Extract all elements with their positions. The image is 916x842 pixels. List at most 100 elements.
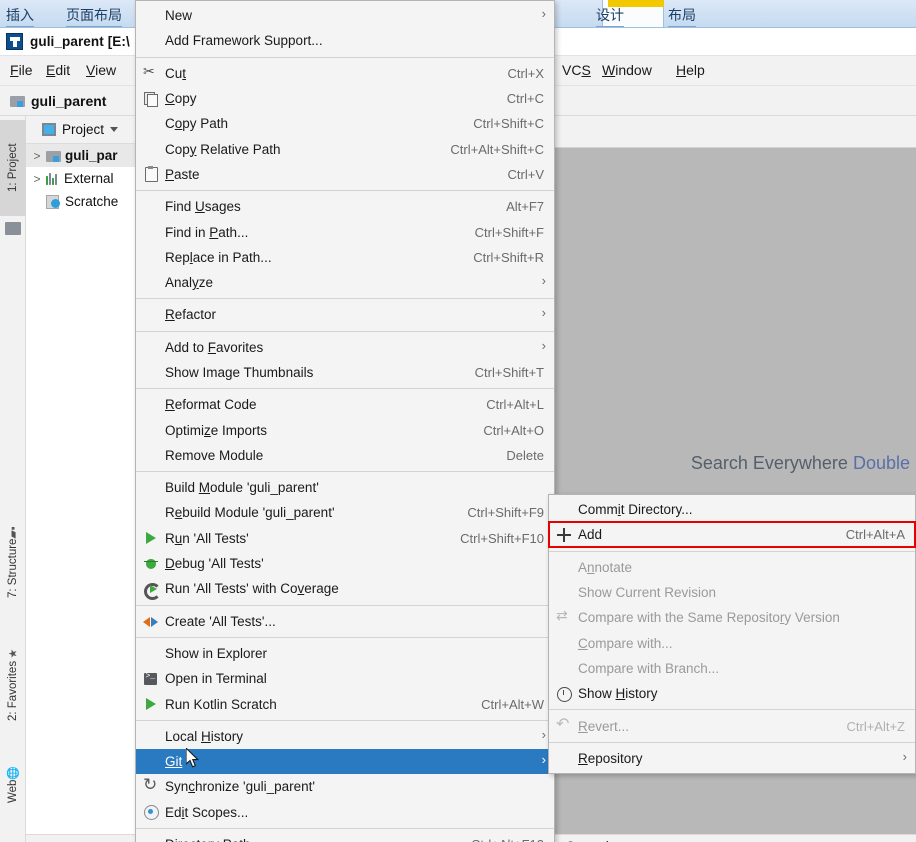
chevron-right-icon[interactable]: > bbox=[32, 149, 42, 163]
menu-separator bbox=[549, 550, 915, 552]
cut-icon bbox=[143, 63, 159, 81]
submenu-label-compare-with: Compare with... bbox=[578, 635, 673, 651]
menu-item-add-to-favorites[interactable]: Add to Favorites › bbox=[136, 335, 554, 360]
navbar-project-name[interactable]: guli_parent bbox=[31, 93, 106, 109]
menu-item-local-history[interactable]: Local History › bbox=[136, 724, 554, 749]
strip-label-web: Web bbox=[7, 779, 19, 804]
menu-item-reformat-code[interactable]: Reformat Code Ctrl+Alt+L bbox=[136, 392, 554, 417]
menu-item-run-with-coverage[interactable]: Run 'All Tests' with Coverage bbox=[136, 576, 554, 601]
menu-label-local-history: Local History bbox=[165, 728, 244, 744]
menu-item-run-kotlin-scratch[interactable]: Run Kotlin Scratch Ctrl+Alt+W bbox=[136, 691, 554, 716]
word-tab-design[interactable]: 设计 bbox=[596, 5, 624, 27]
chevron-down-icon[interactable] bbox=[110, 127, 119, 132]
submenu-item-show-history[interactable]: Show History bbox=[549, 681, 915, 706]
menu-item-copy[interactable]: Copy Ctrl+C bbox=[136, 86, 554, 111]
project-panel-header[interactable]: Project bbox=[26, 116, 135, 144]
menu-label-find-usages: Find Usages bbox=[165, 199, 241, 215]
menu-item-cut[interactable]: Cut Ctrl+X bbox=[136, 61, 554, 86]
menu-item-create-all-tests[interactable]: Create 'All Tests'... bbox=[136, 609, 554, 634]
menu-item-paste[interactable]: Paste Ctrl+V bbox=[136, 162, 554, 187]
menu-item-synchronize[interactable]: Synchronize 'guli_parent' bbox=[136, 774, 554, 799]
menu-item-copy-path[interactable]: Copy Path Ctrl+Shift+C bbox=[136, 111, 554, 136]
terminal-icon bbox=[143, 671, 159, 687]
menubar-item-help[interactable]: Help bbox=[676, 62, 705, 78]
tree-node-module[interactable]: > guli_par bbox=[26, 144, 135, 167]
project-view-icon bbox=[42, 123, 56, 136]
word-tab-insert[interactable]: 插入 bbox=[6, 5, 34, 27]
submenu-item-repository[interactable]: Repository › bbox=[549, 746, 915, 771]
menu-accel-optimize-imports: Ctrl+Alt+O bbox=[483, 422, 544, 438]
git-submenu: Commit Directory... Add Ctrl+Alt+A Annot… bbox=[548, 494, 916, 774]
copy-icon bbox=[143, 91, 159, 107]
menu-item-replace-in-path[interactable]: Replace in Path... Ctrl+Shift+R bbox=[136, 245, 554, 270]
menu-label-optimize-imports: Optimize Imports bbox=[165, 422, 268, 438]
hint-action-0: Search Everywhere bbox=[690, 453, 848, 473]
menu-label-show-in-explorer: Show in Explorer bbox=[165, 645, 268, 661]
plus-icon bbox=[556, 527, 572, 543]
menubar-file-rest: ile bbox=[18, 62, 33, 78]
sidebar-item-project[interactable]: 1: Project bbox=[0, 120, 26, 216]
history-clock-icon bbox=[556, 686, 572, 702]
submenu-label-compare-with-branch: Compare with Branch... bbox=[578, 660, 720, 676]
menu-label-paste: Paste bbox=[165, 166, 200, 182]
status-tool-version-control[interactable]: n Control bbox=[548, 834, 916, 842]
menu-item-show-image-thumbnails[interactable]: Show Image Thumbnails Ctrl+Shift+T bbox=[136, 360, 554, 385]
menu-item-remove-module[interactable]: Remove Module Delete bbox=[136, 443, 554, 468]
menu-item-rebuild-module[interactable]: Rebuild Module 'guli_parent' Ctrl+Shift+… bbox=[136, 500, 554, 525]
menu-accel-remove-module: Delete bbox=[506, 447, 544, 463]
submenu-accel-revert: Ctrl+Alt+Z bbox=[846, 718, 905, 734]
menu-label-find-in-path: Find in Path... bbox=[165, 224, 249, 240]
sidebar-item-web[interactable]: Web 🌐 bbox=[0, 752, 26, 814]
chevron-right-icon[interactable]: > bbox=[32, 172, 42, 186]
menu-item-find-usages[interactable]: Find Usages Alt+F7 bbox=[136, 194, 554, 219]
tree-node-scratches[interactable]: Scratche bbox=[26, 190, 135, 213]
status-tool-todo[interactable]: ☰ 6: TODO bbox=[26, 834, 136, 842]
menubar-item-file[interactable]: File bbox=[10, 62, 33, 78]
menubar-item-vcs[interactable]: VCS bbox=[562, 62, 591, 78]
tree-label-scratches: Scratche bbox=[65, 194, 119, 209]
word-tab-page-layout[interactable]: 页面布局 bbox=[66, 5, 122, 27]
menu-item-debug-all-tests[interactable]: Debug 'All Tests' bbox=[136, 551, 554, 576]
menubar-item-edit[interactable]: Edit bbox=[46, 62, 70, 78]
sidebar-item-structure[interactable]: 7: Structure ▰▪ bbox=[0, 508, 26, 612]
menu-accel-run-kotlin-scratch: Ctrl+Alt+W bbox=[481, 696, 544, 712]
word-tab-layout[interactable]: 布局 bbox=[668, 5, 696, 27]
menu-item-run-all-tests[interactable]: Run 'All Tests' Ctrl+Shift+F10 bbox=[136, 526, 554, 551]
submenu-item-commit-directory[interactable]: Commit Directory... bbox=[549, 497, 915, 522]
menu-label-directory-path: Directory Path bbox=[165, 837, 453, 842]
menu-separator bbox=[549, 741, 915, 743]
menubar-item-window[interactable]: Window bbox=[602, 62, 652, 78]
menu-item-show-in-explorer[interactable]: Show in Explorer bbox=[136, 641, 554, 666]
menu-label-run-kotlin-scratch: Run Kotlin Scratch bbox=[165, 696, 277, 712]
menubar-item-view[interactable]: View bbox=[86, 62, 116, 78]
submenu-label-compare-same-repo: Compare with the Same Repository Version bbox=[578, 610, 840, 626]
menu-separator bbox=[136, 636, 554, 638]
submenu-label-show-history: Show History bbox=[578, 686, 658, 702]
chevron-right-icon: › bbox=[541, 337, 546, 353]
menu-item-open-in-terminal[interactable]: Open in Terminal bbox=[136, 666, 554, 691]
menu-item-optimize-imports[interactable]: Optimize Imports Ctrl+Alt+O bbox=[136, 417, 554, 442]
menu-item-build-module[interactable]: Build Module 'guli_parent' bbox=[136, 475, 554, 500]
menu-accel-replace-in-path: Ctrl+Shift+R bbox=[473, 249, 544, 265]
menu-label-run-all-tests: Run 'All Tests' bbox=[165, 530, 249, 546]
menu-item-refactor[interactable]: Refactor › bbox=[136, 302, 554, 327]
menu-separator bbox=[549, 709, 915, 711]
menu-item-git[interactable]: Git › bbox=[136, 749, 554, 775]
menu-item-directory-path[interactable]: Directory Path Ctrl+Alt+F12 bbox=[136, 832, 554, 842]
menu-accel-reformat-code: Ctrl+Alt+L bbox=[486, 397, 544, 413]
submenu-item-add[interactable]: Add Ctrl+Alt+A bbox=[549, 522, 915, 547]
menubar-help-rest: elp bbox=[686, 62, 705, 78]
menu-label-remove-module: Remove Module bbox=[165, 447, 264, 463]
menu-item-analyze[interactable]: Analyze › bbox=[136, 270, 554, 295]
menu-item-copy-relative-path[interactable]: Copy Relative Path Ctrl+Alt+Shift+C bbox=[136, 136, 554, 161]
sidebar-item-favorites[interactable]: 2: Favorites ★ bbox=[0, 628, 26, 736]
menu-item-edit-scopes[interactable]: Edit Scopes... bbox=[136, 800, 554, 825]
menu-item-add-framework-support[interactable]: Add Framework Support... bbox=[136, 28, 554, 53]
menu-item-new[interactable]: New › bbox=[136, 3, 554, 28]
window-title: guli_parent [E:\ bbox=[30, 34, 130, 49]
menu-label-cut: Cut bbox=[165, 65, 187, 81]
menu-separator bbox=[136, 330, 554, 332]
menu-label-new: New bbox=[165, 8, 193, 24]
tree-node-external-libraries[interactable]: > External bbox=[26, 167, 135, 190]
menu-item-find-in-path[interactable]: Find in Path... Ctrl+Shift+F bbox=[136, 219, 554, 244]
